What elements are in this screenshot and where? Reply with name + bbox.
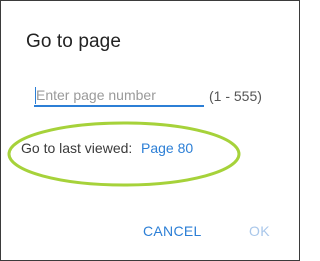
dialog-title: Go to page bbox=[26, 31, 122, 52]
page-number-input[interactable] bbox=[34, 85, 204, 107]
cancel-button[interactable]: CANCEL bbox=[143, 223, 202, 239]
text-caret bbox=[35, 87, 36, 104]
last-viewed-page-link[interactable]: Page 80 bbox=[141, 140, 193, 156]
page-range-label: (1 - 555) bbox=[209, 88, 262, 104]
last-viewed-label: Go to last viewed: bbox=[21, 140, 133, 156]
go-to-page-dialog: Go to page (1 - 555) Go to last viewed: … bbox=[1, 1, 299, 260]
ok-button[interactable]: OK bbox=[249, 223, 270, 239]
page-number-field[interactable] bbox=[34, 85, 204, 109]
screenshot-frame: Go to page (1 - 555) Go to last viewed: … bbox=[0, 0, 300, 261]
